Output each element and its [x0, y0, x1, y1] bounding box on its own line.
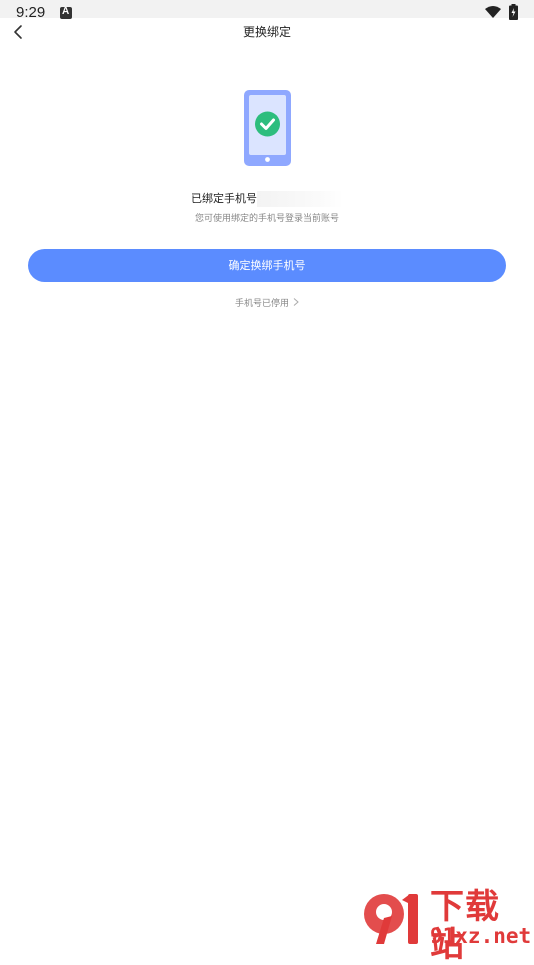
bound-phone-line: 已绑定手机号	[0, 191, 534, 207]
wifi-icon	[485, 6, 501, 18]
phone-check-icon	[244, 90, 291, 166]
nav-bar: 更换绑定	[0, 18, 534, 46]
watermark-logo-icon	[364, 894, 418, 944]
masked-phone-number	[257, 191, 343, 207]
chevron-right-icon	[293, 298, 299, 309]
phone-disabled-label: 手机号已停用	[234, 299, 289, 309]
bound-phone-label: 已绑定手机号	[191, 192, 257, 205]
page-title: 更换绑定	[242, 25, 291, 39]
watermark: 下载站 91xz.net	[362, 888, 534, 964]
status-bar: 9:29	[0, 0, 534, 21]
bound-phone-hint: 您可使用绑定的手机号登录当前账号	[194, 214, 339, 224]
watermark-subtitle: 91xz.net	[430, 924, 532, 948]
phone-disabled-link[interactable]: 手机号已停用	[0, 296, 534, 309]
confirm-rebind-button[interactable]: 确定换绑手机号	[28, 249, 506, 282]
